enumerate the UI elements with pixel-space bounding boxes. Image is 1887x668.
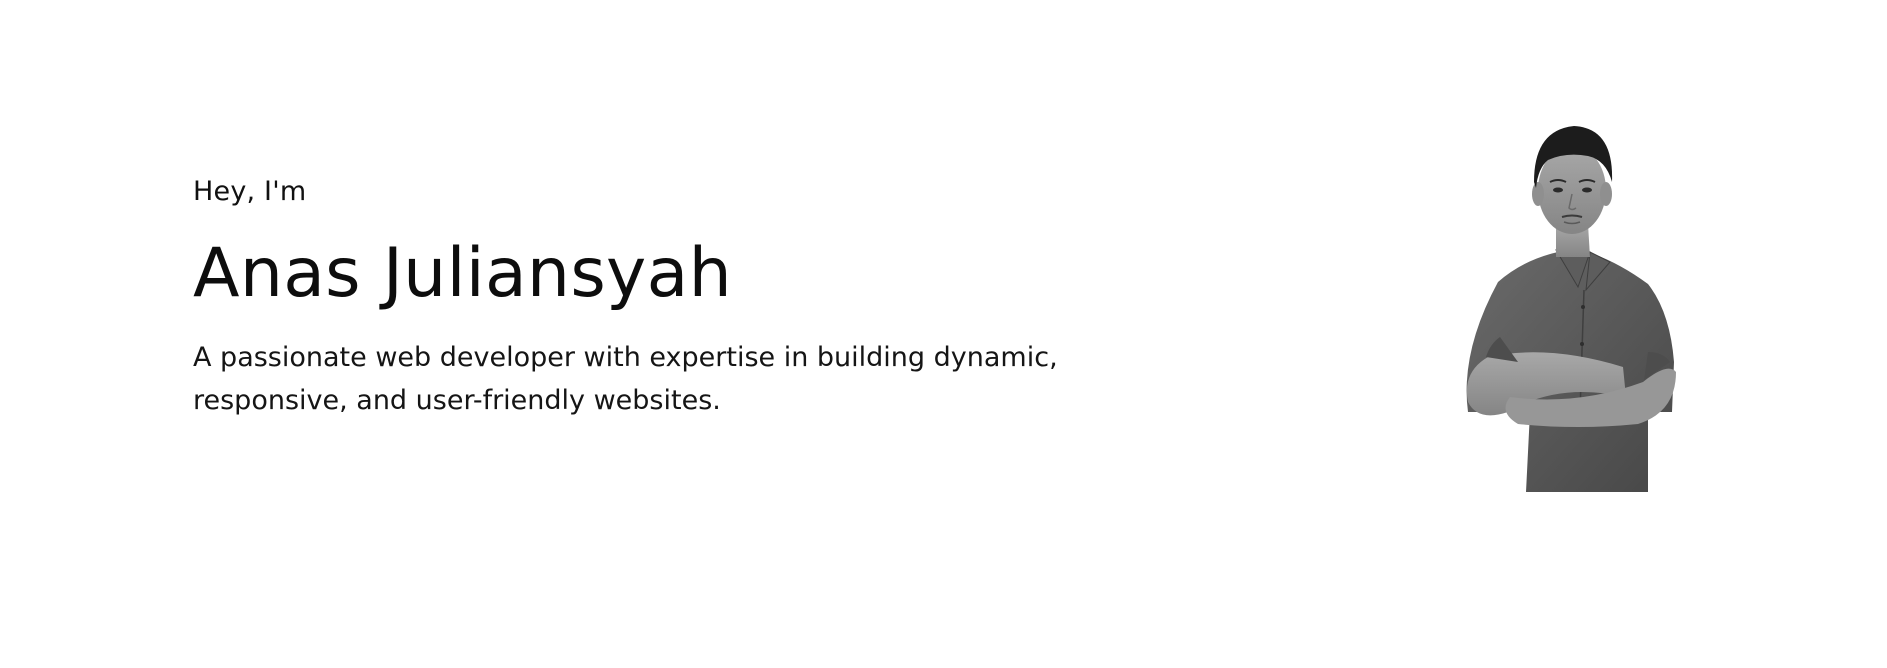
profile-photo <box>1438 112 1686 492</box>
page-title: Anas Juliansyah <box>193 234 732 313</box>
bio-text: A passionate web developer with expertis… <box>193 342 1058 416</box>
greeting: Hey, I'm <box>193 176 307 207</box>
portrait-image <box>1466 126 1676 492</box>
hero-section: Hey, I'm Anas Juliansyah A passionate we… <box>0 0 1887 668</box>
hero-text: Hey, I'm Anas Juliansyah A passionate we… <box>193 172 1093 422</box>
